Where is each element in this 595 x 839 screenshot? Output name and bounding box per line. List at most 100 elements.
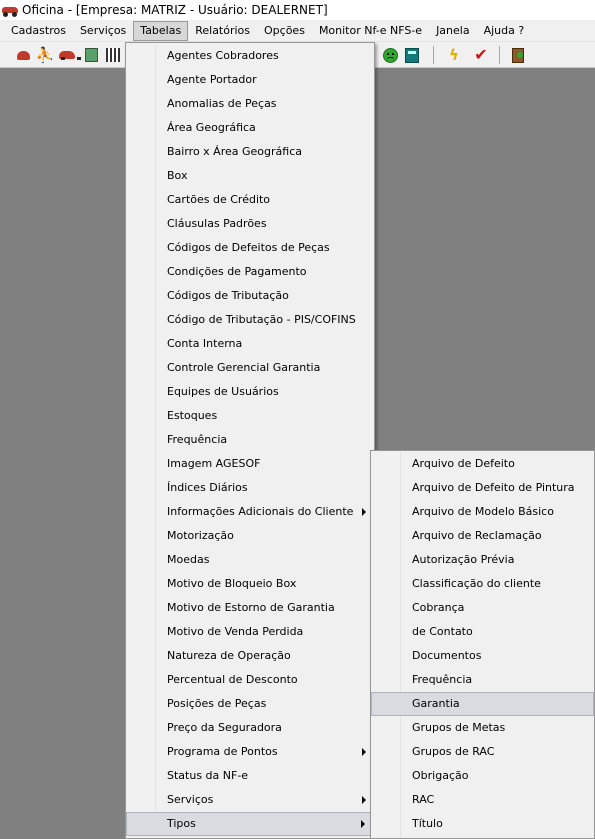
car-icon[interactable] xyxy=(58,46,81,64)
menu-item-agentes-cobradores[interactable]: Agentes Cobradores xyxy=(126,44,374,68)
submenu-item-label: Arquivo de Modelo Básico xyxy=(412,505,554,518)
menu-item-label: Motorização xyxy=(167,529,234,542)
submenu-item-label: Grupos de RAC xyxy=(412,745,495,758)
toolbar-separator xyxy=(499,46,500,64)
submenu-item-label: Garantia xyxy=(412,697,460,710)
submenu-item-label: Grupos de Metas xyxy=(412,721,506,734)
menu-item-percentual-de-desconto[interactable]: Percentual de Desconto xyxy=(126,668,374,692)
menu-item-moedas[interactable]: Moedas xyxy=(126,548,374,572)
menu-item-box[interactable]: Box xyxy=(126,164,374,188)
menu-item-motorizacao[interactable]: Motorização xyxy=(126,524,374,548)
menu-item-estoques[interactable]: Estoques xyxy=(126,404,374,428)
submenu-item-arquivo-de-defeito-de-pintura[interactable]: Arquivo de Defeito de Pintura xyxy=(371,476,594,500)
menu-tabelas[interactable]: Tabelas xyxy=(133,20,189,41)
menu-item-codigos-de-tributacao[interactable]: Códigos de Tributação xyxy=(126,284,374,308)
menu-item-preco-da-seguradora[interactable]: Preço da Seguradora xyxy=(126,716,374,740)
menu-item-label: Box xyxy=(167,169,188,182)
menu-item-condicoes-de-pagamento[interactable]: Condições de Pagamento xyxy=(126,260,374,284)
menu-item-programa-de-pontos[interactable]: Programa de Pontos xyxy=(126,740,374,764)
menu-item-label: Equipes de Usuários xyxy=(167,385,279,398)
menu-item-tipos[interactable]: Tipos xyxy=(126,812,374,836)
submenu-item-de-contato[interactable]: de Contato xyxy=(371,620,594,644)
submenu-arrow-icon xyxy=(361,820,365,828)
checkmark-icon[interactable]: ✔ xyxy=(472,46,490,64)
document-icon[interactable] xyxy=(82,46,100,64)
submenu-item-classificacao-do-cliente[interactable]: Classificação do cliente xyxy=(371,572,594,596)
menu-item-indices-diarios[interactable]: Índices Diários xyxy=(126,476,374,500)
submenu-item-label: RAC xyxy=(412,793,435,806)
menu-item-posicoes-de-pecas[interactable]: Posições de Peças xyxy=(126,692,374,716)
submenu-item-arquivo-de-modelo-basico[interactable]: Arquivo de Modelo Básico xyxy=(371,500,594,524)
menu-item-label: Condições de Pagamento xyxy=(167,265,307,278)
menu-item-label: Frequência xyxy=(167,433,228,446)
submenu-item-cobranca[interactable]: Cobrança xyxy=(371,596,594,620)
menu-janela[interactable]: Janela xyxy=(429,21,477,41)
menu-item-clausulas-padroes[interactable]: Cláusulas Padrões xyxy=(126,212,374,236)
submenu-item-label: de Contato xyxy=(412,625,473,638)
menu-item-label: Motivo de Venda Perdida xyxy=(167,625,304,638)
menu-servicos[interactable]: Serviços xyxy=(73,21,133,41)
menu-item-imagem-agesof[interactable]: Imagem AGESOF xyxy=(126,452,374,476)
menu-item-conta-interna[interactable]: Conta Interna xyxy=(126,332,374,356)
smiley-icon[interactable] xyxy=(381,46,399,64)
window-title: Oficina - [Empresa: MATRIZ - Usuário: DE… xyxy=(22,3,328,17)
menu-item-label: Moedas xyxy=(167,553,210,566)
exit-door-icon[interactable] xyxy=(509,46,527,64)
menu-opcoes[interactable]: Opções xyxy=(257,21,312,41)
menu-item-status-da-nf-e[interactable]: Status da NF-e xyxy=(126,764,374,788)
menu-item-natureza-de-operacao[interactable]: Natureza de Operação xyxy=(126,644,374,668)
title-bar: Oficina - [Empresa: MATRIZ - Usuário: DE… xyxy=(0,0,595,20)
menu-item-label: Imagem AGESOF xyxy=(167,457,261,470)
submenu-item-titulo[interactable]: Título xyxy=(371,812,594,836)
menu-item-label: Área Geográfica xyxy=(167,121,256,134)
menu-item-informacoes-adicionais-do-cliente[interactable]: Informações Adicionais do Cliente xyxy=(126,500,374,524)
submenu-item-rac[interactable]: RAC xyxy=(371,788,594,812)
submenu-item-grupos-de-rac[interactable]: Grupos de RAC xyxy=(371,740,594,764)
menu-item-bairro-x-area-geografica[interactable]: Bairro x Área Geográfica xyxy=(126,140,374,164)
submenu-item-label: Obrigação xyxy=(412,769,469,782)
submenu-item-garantia[interactable]: Garantia xyxy=(371,692,594,716)
submenu-item-arquivo-de-defeito[interactable]: Arquivo de Defeito xyxy=(371,452,594,476)
submenu-item-frequencia[interactable]: Frequência xyxy=(371,668,594,692)
submenu-item-documentos[interactable]: Documentos xyxy=(371,644,594,668)
lightning-icon[interactable]: ϟ xyxy=(445,46,463,64)
menu-monitor-nf-e-nfs-e[interactable]: Monitor Nf-e NFS-e xyxy=(312,21,429,41)
menu-item-anomalias-de-pecas[interactable]: Anomalias de Peças xyxy=(126,92,374,116)
submenu-item-label: Documentos xyxy=(412,649,482,662)
submenu-item-autorizacao-previa[interactable]: Autorização Prévia xyxy=(371,548,594,572)
running-man-icon[interactable]: ⛹ xyxy=(36,46,55,64)
menu-item-frequencia[interactable]: Frequência xyxy=(126,428,374,452)
submenu-item-grupos-de-metas[interactable]: Grupos de Metas xyxy=(371,716,594,740)
submenu-item-label: Título xyxy=(412,817,443,830)
menu-item-motivo-de-estorno-de-garantia[interactable]: Motivo de Estorno de Garantia xyxy=(126,596,374,620)
calculator-icon[interactable] xyxy=(403,46,421,64)
menu-item-label: Status da NF-e xyxy=(167,769,249,782)
menu-item-equipes-de-usuarios[interactable]: Equipes de Usuários xyxy=(126,380,374,404)
menu-ajuda[interactable]: Ajuda ? xyxy=(477,21,532,41)
menu-item-motivo-de-bloqueio-box[interactable]: Motivo de Bloqueio Box xyxy=(126,572,374,596)
menu-item-area-geografica[interactable]: Área Geográfica xyxy=(126,116,374,140)
menu-item-servicos[interactable]: Serviços xyxy=(126,788,374,812)
menu-item-cartoes-de-credito[interactable]: Cartões de Crédito xyxy=(126,188,374,212)
submenu-arrow-icon xyxy=(362,796,366,804)
menu-relatorios[interactable]: Relatórios xyxy=(188,21,257,41)
menu-item-label: Código de Tributação - PIS/COFINS xyxy=(167,313,356,326)
menu-item-label: Códigos de Tributação xyxy=(167,289,289,302)
submenu-item-obrigacao[interactable]: Obrigação xyxy=(371,764,594,788)
menu-item-codigos-de-defeitos-de-pecas[interactable]: Códigos de Defeitos de Peças xyxy=(126,236,374,260)
menu-item-codigo-de-tributacao-pis-cofins[interactable]: Código de Tributação - PIS/COFINS xyxy=(126,308,374,332)
menu-item-label: Cartões de Crédito xyxy=(167,193,271,206)
menu-item-label: Códigos de Defeitos de Peças xyxy=(167,241,330,254)
menu-item-label: Natureza de Operação xyxy=(167,649,291,662)
menu-item-label: Bairro x Área Geográfica xyxy=(167,145,302,158)
barcode-grid-icon[interactable] xyxy=(104,46,122,64)
menu-item-label: Cláusulas Padrões xyxy=(167,217,267,230)
menu-item-controle-gerencial-garantia[interactable]: Controle Gerencial Garantia xyxy=(126,356,374,380)
phone-icon[interactable] xyxy=(14,46,32,64)
menu-item-label: Agentes Cobradores xyxy=(167,49,279,62)
menu-item-motivo-de-venda-perdida[interactable]: Motivo de Venda Perdida xyxy=(126,620,374,644)
menu-item-label: Agente Portador xyxy=(167,73,257,86)
menu-cadastros[interactable]: Cadastros xyxy=(4,21,73,41)
submenu-item-arquivo-de-reclamacao[interactable]: Arquivo de Reclamação xyxy=(371,524,594,548)
menu-item-agente-portador[interactable]: Agente Portador xyxy=(126,68,374,92)
